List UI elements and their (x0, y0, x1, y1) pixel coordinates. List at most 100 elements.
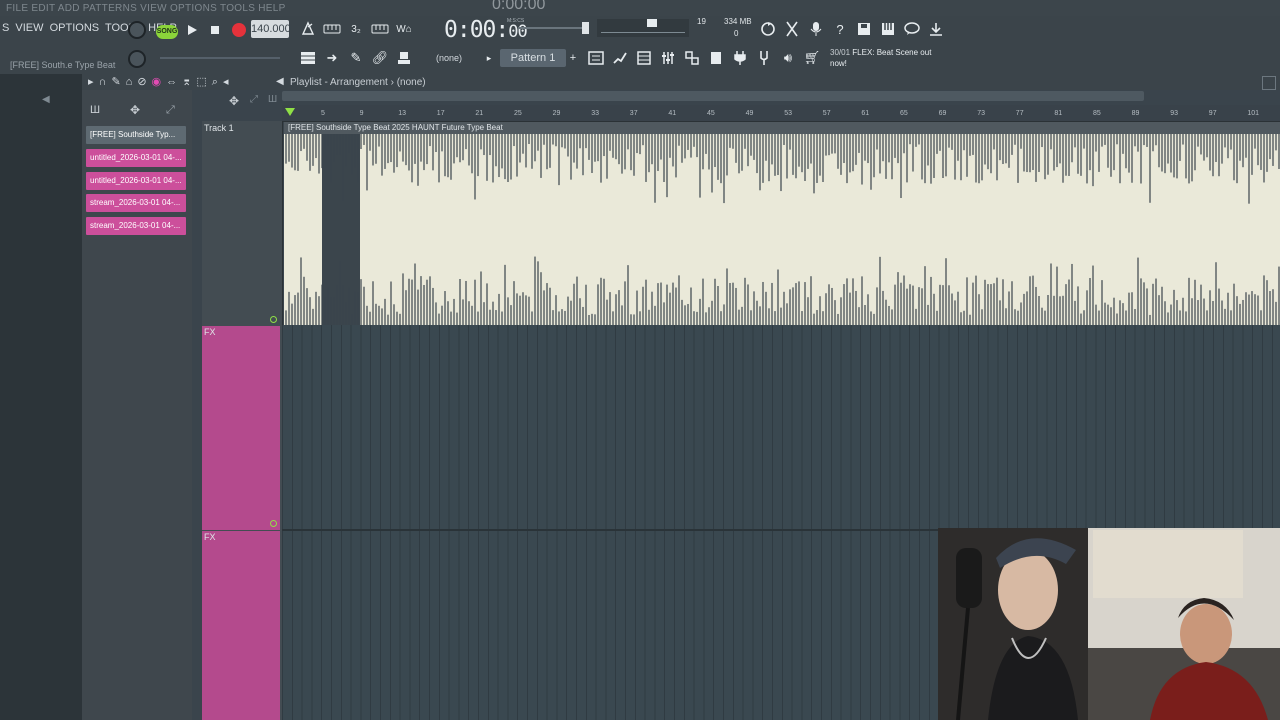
ruler-tick-label: 41 (668, 110, 677, 117)
zoom-tool-icon[interactable]: ⌕ (212, 76, 223, 88)
fx-track-1-header[interactable] (202, 326, 280, 530)
slip-tool-icon[interactable]: ⇔ (166, 76, 182, 88)
piano-keys-icon[interactable] (878, 19, 898, 39)
track-1-label[interactable]: Track 1 (204, 123, 234, 133)
record-button[interactable] (229, 20, 249, 40)
plugin-plug-icon[interactable] (730, 48, 750, 68)
ghost-toolbar: FILE EDIT ADD PATTERNS VIEW OPTIONS TOOL… (0, 0, 1280, 16)
ruler-tick-label: 17 (436, 110, 445, 117)
playlist-menu-arrow-icon[interactable]: ▸ (88, 76, 99, 88)
arrow-right-icon[interactable]: ➜ (322, 48, 342, 68)
tuning-fork-icon[interactable] (754, 48, 774, 68)
channel-rack-icon[interactable] (586, 48, 606, 68)
wait-for-input-icon[interactable] (322, 19, 342, 39)
master-volume-knob[interactable] (128, 21, 146, 39)
brush-tool-icon[interactable]: ⌂ (126, 76, 138, 88)
playlist-maximize-icon[interactable] (1262, 76, 1276, 90)
project-files-icon[interactable] (706, 48, 726, 68)
ruler-tick-label: 33 (591, 110, 599, 117)
playlist-snap-icon[interactable]: Ш (268, 94, 277, 105)
audio-clip-waveform[interactable] (284, 134, 1280, 325)
countdown-icon[interactable]: 3₂ (346, 19, 366, 39)
track-1-active-indicator[interactable] (270, 316, 277, 323)
playlist-tools: ▸∩✎⌂⊘◉⇔⌆⬚⌕◂ (88, 75, 233, 89)
waveform-graphic (285, 134, 1280, 325)
piano-roll-icon[interactable] (610, 48, 630, 68)
shop-cart-icon[interactable]: 🛒︎ (802, 48, 822, 68)
step-edit-icon[interactable] (370, 19, 390, 39)
play-icon (188, 25, 197, 35)
playback-tool-icon[interactable]: ◂ (223, 76, 234, 88)
menu-item-view[interactable]: VIEW (15, 22, 43, 34)
ruler-tick-label: 53 (784, 110, 792, 117)
playlist-left-arrow-icon[interactable]: ◀ (276, 76, 284, 87)
help-icon[interactable]: ? (830, 19, 850, 39)
pencil-icon[interactable]: ✎ (346, 48, 366, 68)
ruler-tick-label: 97 (1208, 110, 1217, 117)
audio-clip-header[interactable]: [FREE] Southside Type Beat 2025 HAUNT Fu… (284, 122, 1280, 134)
microphone-icon[interactable] (806, 19, 826, 39)
browser-icon[interactable] (634, 48, 654, 68)
ruler-tick-label: 45 (707, 110, 715, 117)
ruler-tick-label: 65 (900, 110, 908, 117)
clip-source-item[interactable]: stream_2026-03-01 04-... (86, 217, 186, 236)
delete-tool-icon[interactable]: ⊘ (137, 76, 151, 88)
fx-track-1-label: FX (204, 327, 216, 337)
fx-track-2-label: FX (204, 532, 216, 542)
ruler-tick-label: 89 (1131, 110, 1140, 117)
clip-source-item[interactable]: [FREE] Southside Typ... (86, 126, 186, 144)
add-pattern-icon[interactable]: + (566, 49, 580, 67)
playlist-resize-icon[interactable]: ⤢ (250, 94, 258, 105)
clip-source-item[interactable]: stream_2026-03-01 04-... (86, 194, 186, 213)
chat-icon[interactable] (902, 19, 922, 39)
stop-button[interactable] (205, 20, 225, 40)
horizontal-scrollbar[interactable] (282, 91, 1144, 101)
magnet-icon[interactable]: ∩ (99, 76, 112, 88)
save-icon[interactable] (854, 19, 874, 39)
cpu-usage: 19 (697, 17, 706, 26)
loop-record-icon[interactable]: W⌂ (394, 19, 414, 39)
mixer-icon[interactable] (658, 48, 678, 68)
metronome-icon[interactable] (298, 19, 318, 39)
pattern-prev-icon[interactable]: ▸ (482, 49, 496, 67)
download-icon[interactable] (926, 19, 946, 39)
pencil-tool-icon[interactable]: ✎ (111, 76, 125, 88)
speaker-icon[interactable]: 🔊︎ (778, 48, 798, 68)
ruler-tick-label: 93 (1170, 110, 1178, 117)
clip-source-list: [FREE] Southside Typ... untitled_2026-03… (86, 126, 186, 240)
tempo-display[interactable]: 140.000 (251, 20, 291, 38)
cut-icon[interactable] (782, 19, 802, 39)
ruler-tick-label: 21 (475, 110, 484, 117)
mute-tool-icon[interactable]: ◉ (152, 76, 167, 88)
ruler-tick-label: 61 (861, 110, 870, 117)
clip-source-item[interactable]: untitled_2026-03-01 04-... (86, 148, 186, 167)
browser-back-icon[interactable]: ◀ (42, 94, 50, 105)
song-mode-toggle[interactable]: SONG (156, 25, 178, 39)
master-pitch-knob[interactable] (128, 50, 146, 68)
pattern-selector[interactable]: Pattern 1 (500, 49, 566, 67)
slice-tool-icon[interactable]: ⌆ (182, 76, 196, 88)
stamp-icon[interactable] (394, 48, 414, 68)
menu-item-options[interactable]: OPTIONS (50, 22, 100, 34)
clip-source-item[interactable]: untitled_2026-03-01 04-... (86, 171, 186, 190)
ruler-tick-label: 29 (552, 110, 561, 117)
fx-track-1-active-indicator[interactable] (270, 520, 277, 527)
play-button[interactable] (182, 20, 202, 40)
toolbar-divider-line (160, 57, 280, 59)
select-tool-icon[interactable]: ⬚ (196, 76, 211, 88)
ruler-tick-label: 69 (938, 110, 947, 117)
plugin-picker-icon[interactable] (682, 48, 702, 68)
playlist-title: Playlist - Arrangement › (none) (290, 77, 426, 88)
playlist-move-icon[interactable]: ✥ (229, 94, 239, 108)
pattern-picker[interactable]: (none) (432, 51, 466, 65)
undo-icon[interactable] (758, 19, 778, 39)
webcam-overlay (938, 528, 1280, 720)
news-ticker[interactable]: 30/01 FLEX: Beat Scene out now! (830, 47, 950, 69)
ruler-tick-label: 9 (359, 110, 364, 117)
playlist-icon[interactable] (298, 48, 318, 68)
polyphony-count: 0 (734, 29, 739, 38)
link-icon[interactable]: 🔗︎ (370, 48, 390, 68)
fx-track-2-header[interactable] (202, 531, 280, 720)
menu-item-s[interactable]: S (2, 22, 9, 34)
master-pitch-slider[interactable] (518, 22, 589, 34)
